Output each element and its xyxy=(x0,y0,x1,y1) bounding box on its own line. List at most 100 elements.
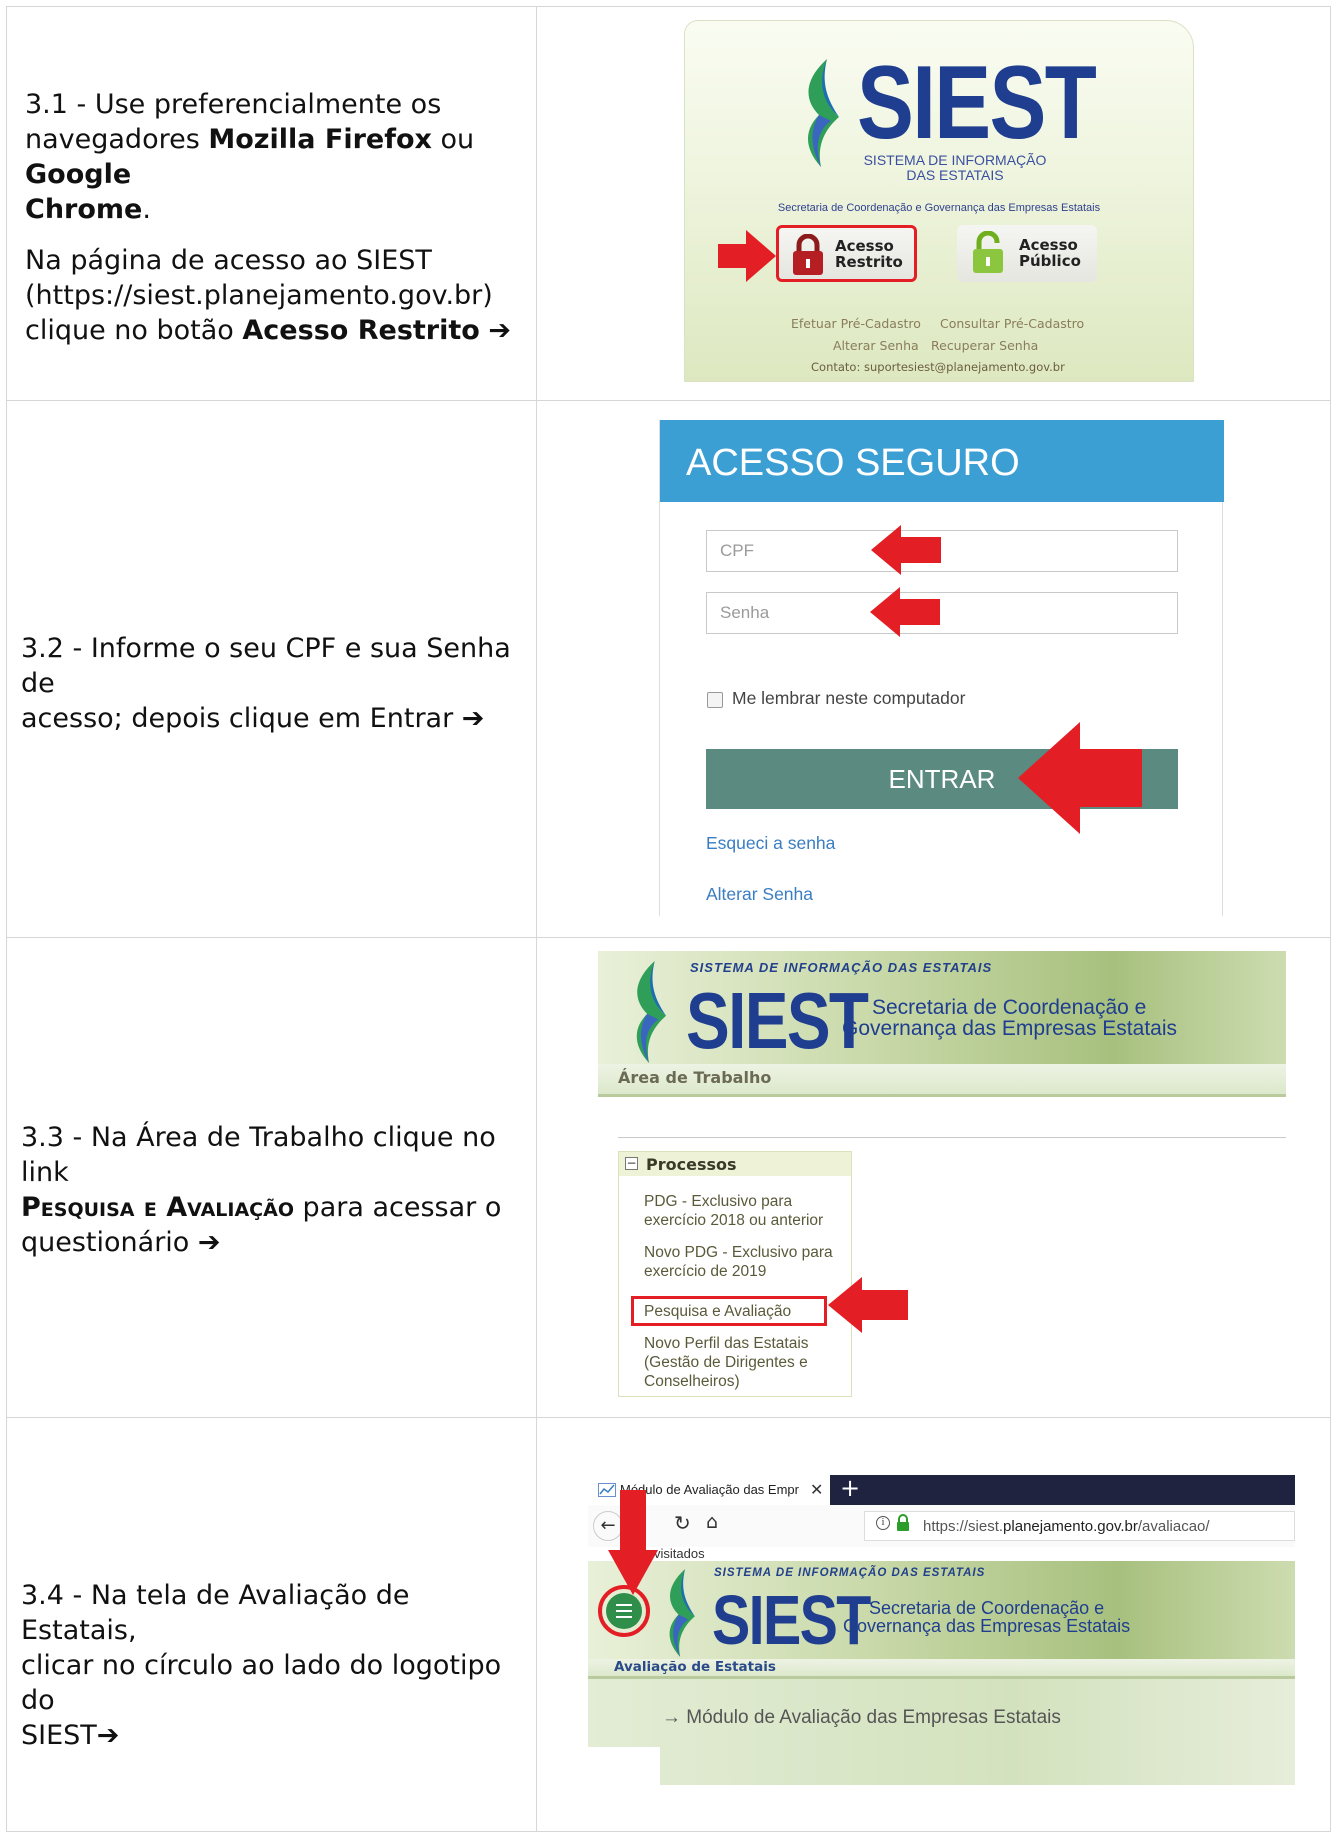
step-text-line: navegadores xyxy=(25,124,209,155)
collapse-icon[interactable]: − xyxy=(625,1157,638,1170)
right-arrow-icon: ➔ xyxy=(488,315,512,346)
tab-strip-empty: + xyxy=(830,1475,1295,1505)
processos-title: Processos xyxy=(646,1155,737,1174)
cpf-input[interactable] xyxy=(707,531,1177,571)
siest-logo-text: SIEST xyxy=(686,976,869,1065)
area-trabalho-screenshot: SISTEMA DE INFORMAÇÃO DAS ESTATAIS SIEST… xyxy=(598,951,1286,1397)
step-text-line: 3.3 - Na Área de Trabalho clique no link xyxy=(21,1122,496,1188)
step-text-line: SIEST xyxy=(21,1720,97,1751)
precadastro-link[interactable]: Efetuar Pré-Cadastro xyxy=(791,316,921,331)
red-arrow-right-icon xyxy=(718,230,776,282)
content-area: → Módulo de Avaliação das Empresas Estat… xyxy=(588,1679,1295,1785)
step-text-line: 3.4 - Na tela de Avaliação de Estatais, xyxy=(21,1580,410,1646)
bookmark-item[interactable]: visitados xyxy=(654,1546,705,1561)
padlock-icon xyxy=(897,1514,909,1531)
avaliacao-estatais-screenshot: Módulo de Avaliação das Empr ✕ + ← ↻ ⌂ h… xyxy=(588,1475,1295,1785)
siest-banner: SISTEMA DE INFORMAÇÃO DAS ESTATAIS SIEST… xyxy=(588,1561,1295,1659)
step-text-line: Na página de acesso ao SIEST xyxy=(25,245,432,276)
right-arrow-icon: ➔ xyxy=(96,1720,120,1751)
browser-tab-bar: Módulo de Avaliação das Empr ✕ + xyxy=(588,1475,1295,1505)
list-item[interactable]: Novo Perfil das Estatais (Gestão de Dirig… xyxy=(644,1334,844,1391)
emphasis: Pesquisa e Avaliação xyxy=(21,1192,294,1223)
acesso-restrito-label: Acesso Restrito xyxy=(835,237,903,271)
acesso-restrito-button[interactable]: Acesso Restrito xyxy=(776,225,917,282)
close-tab-icon[interactable]: ✕ xyxy=(810,1480,823,1499)
processos-header[interactable]: − Processos xyxy=(619,1152,851,1176)
contato-text: Contato: suportesiest@planejamento.gov.b… xyxy=(811,360,1065,374)
step-text-line: para acessar o xyxy=(293,1192,502,1223)
url-scheme: https://siest. xyxy=(923,1518,1004,1535)
reload-icon[interactable]: ↻ xyxy=(674,1511,691,1535)
step-text-line: ou xyxy=(431,124,475,155)
url-host: planejamento.gov.br xyxy=(1003,1518,1138,1535)
step-text-line: 3.1 - Use preferencialmente os xyxy=(25,89,442,120)
step-text-line: questionário xyxy=(21,1227,198,1258)
siest-subtitle: SISTEMA DE INFORMAÇÃO DAS ESTATAIS xyxy=(855,153,1055,183)
siest-logo-icon xyxy=(636,961,667,1063)
siest-banner: SISTEMA DE INFORMAÇÃO DAS ESTATAIS SIEST… xyxy=(598,951,1286,1064)
emphasis: Acesso Restrito xyxy=(242,315,480,346)
new-tab-icon[interactable]: + xyxy=(840,1475,860,1502)
consultar-precadastro-link[interactable]: Consultar Pré-Cadastro xyxy=(940,316,1084,331)
step-text-line: (https://siest.planejamento.gov.br) xyxy=(25,280,493,311)
siest-logo-icon xyxy=(808,59,839,167)
pesquisa-avaliacao-link[interactable]: Pesquisa e Avaliação xyxy=(631,1296,827,1326)
step-text-line: clique no botão xyxy=(25,315,243,346)
red-arrow-down-icon xyxy=(608,1490,658,1595)
emphasis: Mozilla Firefox xyxy=(208,124,432,155)
esqueci-senha-link[interactable]: Esqueci a senha xyxy=(706,833,835,854)
senha-field[interactable] xyxy=(706,592,1178,634)
red-arrow-left-icon xyxy=(871,525,941,575)
senha-input[interactable] xyxy=(707,593,1177,633)
avaliacao-title: Avaliação de Estatais xyxy=(614,1659,776,1675)
red-arrow-left-icon xyxy=(828,1277,908,1333)
siest-logo-text: SIEST xyxy=(857,45,1097,161)
step-3-3-text: 3.3 - Na Área de Trabalho clique no link… xyxy=(21,1120,521,1260)
url-path: /avaliacao/ xyxy=(1137,1518,1210,1535)
alterar-senha-link[interactable]: Alterar Senha xyxy=(833,338,919,353)
browser-nav-bar: ← ↻ ⌂ https://siest.planejamento.gov.br/… xyxy=(588,1505,1295,1547)
area-trabalho-bar: Área de Trabalho xyxy=(598,1064,1286,1097)
step-text-line: . xyxy=(142,194,151,225)
sistema-caption: SISTEMA DE INFORMAÇÃO DAS ESTATAIS xyxy=(714,1567,986,1579)
siest-logo-icon xyxy=(669,1569,695,1657)
acesso-publico-label: Acesso Público xyxy=(1019,236,1081,270)
step-text-line: clicar no círculo ao lado do logotipo do xyxy=(21,1650,502,1716)
secretaria-caption: Secretaria de Coordenação e Governança d… xyxy=(777,202,1101,214)
recuperar-senha-link[interactable]: Recuperar Senha xyxy=(931,338,1038,353)
home-icon[interactable]: ⌂ xyxy=(706,1511,718,1533)
step-3-2-text: 3.2 - Informe o seu CPF e sua Senha de a… xyxy=(21,631,521,736)
list-item[interactable]: Novo PDG - Exclusivo para exercício de 20… xyxy=(644,1243,844,1281)
breadcrumb[interactable]: → Módulo de Avaliação das Empresas Estat… xyxy=(662,1707,1061,1729)
subtitle-line: SISTEMA DE INFORMAÇÃO xyxy=(863,152,1047,168)
acesso-seguro-screenshot: ACESSO SEGURO Me lembrar neste computado… xyxy=(659,420,1224,916)
right-arrow-icon: ➔ xyxy=(197,1227,221,1258)
remember-label: Me lembrar neste computador xyxy=(732,688,966,708)
red-arrow-left-icon xyxy=(870,587,940,637)
acesso-seguro-header: ACESSO SEGURO xyxy=(660,420,1224,502)
remember-checkbox[interactable] xyxy=(707,692,723,708)
sistema-caption: SISTEMA DE INFORMAÇÃO DAS ESTATAIS xyxy=(690,960,993,975)
emphasis: Google xyxy=(25,159,132,190)
red-lock-icon xyxy=(793,234,823,275)
bookmarks-bar: visitados xyxy=(588,1546,1295,1561)
avaliacao-bar: Avaliação de Estatais xyxy=(588,1659,1295,1679)
hamburger-menu-button[interactable] xyxy=(606,1593,642,1629)
divider xyxy=(618,1137,1286,1138)
red-arrow-left-icon xyxy=(1018,722,1142,834)
secretaria-caption: Secretaria de Coordenação e Governança da… xyxy=(842,996,1177,1040)
list-item[interactable]: PDG - Exclusivo para exercício 2018 ou an… xyxy=(644,1192,844,1230)
green-lock-icon xyxy=(973,231,1003,273)
emphasis: Chrome xyxy=(25,194,143,225)
acesso-seguro-title: ACESSO SEGURO xyxy=(686,442,1020,484)
info-icon[interactable]: i xyxy=(876,1516,890,1530)
alterar-senha-link[interactable]: Alterar Senha xyxy=(706,884,813,905)
step-text-line: acesso; depois clique em Entrar xyxy=(21,703,462,734)
right-arrow-icon: ➔ xyxy=(461,703,485,734)
url-bar[interactable]: https://siest.planejamento.gov.br/avalia… xyxy=(864,1511,1295,1541)
acesso-publico-button[interactable]: Acesso Público xyxy=(957,225,1097,282)
area-trabalho-title: Área de Trabalho xyxy=(618,1068,772,1087)
processos-panel: − Processos PDG - Exclusivo para exercíci… xyxy=(618,1151,852,1397)
cpf-field[interactable] xyxy=(706,530,1178,572)
step-3-1-text: 3.1 - Use preferencialmente os navegador… xyxy=(25,87,525,364)
